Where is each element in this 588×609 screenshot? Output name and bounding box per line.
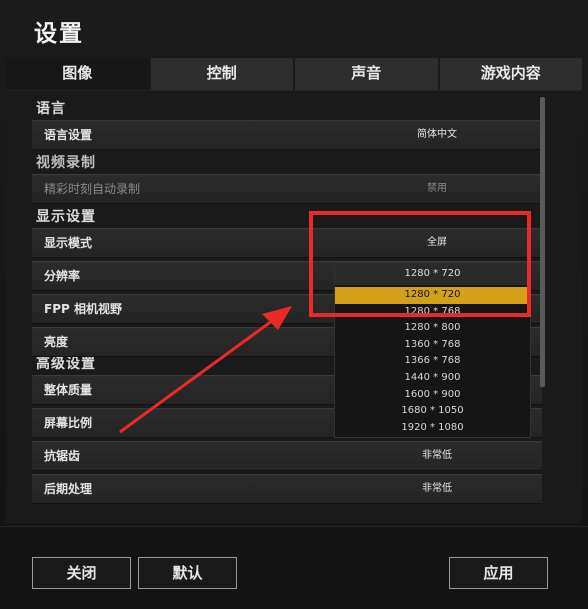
apply-button[interactable]: 应用 [449, 557, 548, 589]
annotation-arrow-icon [119, 306, 292, 434]
close-button[interactable]: 关闭 [32, 557, 131, 589]
footer-bar: 关闭 默认 应用 [0, 526, 588, 609]
settings-window: 设置 图像 控制 声音 游戏内容 语言 语言设置 简体中文 视频录制 精彩时刻自… [0, 0, 588, 609]
default-button[interactable]: 默认 [138, 557, 237, 589]
